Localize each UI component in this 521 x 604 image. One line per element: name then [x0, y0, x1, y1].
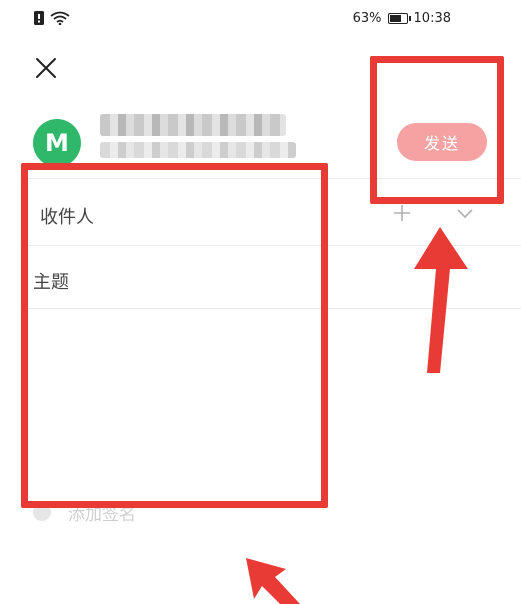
- sender-address-redacted: [100, 142, 296, 158]
- close-icon[interactable]: [34, 56, 58, 84]
- chevron-down-icon[interactable]: [456, 205, 474, 224]
- highlight-box-fields: [21, 163, 328, 508]
- clock: 10:38: [413, 11, 451, 26]
- status-bar-left: [34, 10, 70, 29]
- highlight-box-send: [370, 56, 504, 204]
- arrow-icon: [414, 227, 468, 373]
- battery-icon: [387, 13, 411, 24]
- arrow-icon: [246, 558, 300, 604]
- battery-percent: 63%: [352, 11, 382, 26]
- avatar-initial: M: [45, 129, 69, 157]
- avatar: M: [33, 119, 81, 167]
- sim-icon: [34, 10, 44, 29]
- sender-name-redacted: [100, 114, 286, 136]
- status-bar-right: 63% 10:38: [353, 11, 451, 26]
- wifi-icon: [50, 10, 70, 29]
